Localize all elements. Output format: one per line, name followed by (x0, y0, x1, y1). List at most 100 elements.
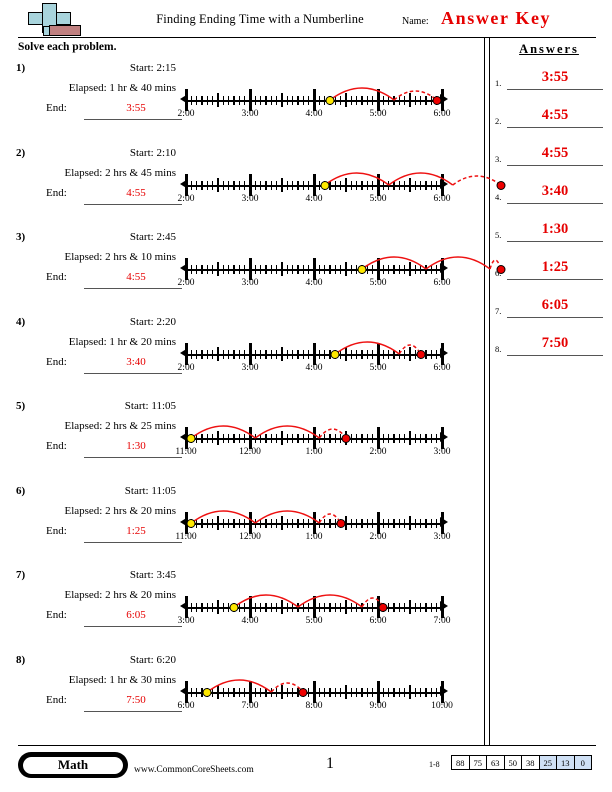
numberline-hour-label: 4:00 (241, 616, 259, 626)
answer-value: 4:55 (541, 145, 569, 161)
hop-arc-hour (329, 87, 395, 101)
problem-start-text: Start: 2:10 (129, 146, 176, 159)
start-marker-dot (202, 687, 212, 697)
answer-row: 7. 6:05 (495, 294, 603, 324)
name-label: Name: (402, 16, 429, 27)
end-marker-dot (341, 434, 351, 443)
score-cell: 13 (556, 755, 575, 770)
problem-start-row: Start: 6:20 (36, 654, 176, 674)
numberline-hour-label: 3:00 (177, 616, 195, 626)
answer-index: 4. (495, 192, 502, 202)
problem-end-label: End: (46, 693, 67, 706)
problem-item: 8) Start: 6:20 Elapsed: 1 hr & 30 mins End:… (0, 654, 484, 739)
numberline-hour-label: 5:00 (369, 109, 387, 119)
problem-elapsed-row: Elapsed: 1 hr & 30 mins (36, 674, 176, 694)
end-marker-dot (432, 96, 442, 105)
problem-elapsed-text: Elapsed: 2 hrs & 20 mins (64, 589, 176, 601)
answer-index: 1. (495, 78, 502, 88)
end-marker-dot (496, 265, 506, 274)
problem-elapsed-row: Elapsed: 2 hrs & 45 mins (36, 167, 176, 187)
problem-end-value: 1:25 (126, 524, 146, 537)
numberline-hops (361, 256, 502, 270)
problem-text: Start: 11:05 Elapsed: 2 hrs & 20 mins (36, 485, 176, 525)
numberline-hops (334, 340, 422, 355)
score-cell: 75 (468, 755, 487, 770)
problem-number: 6) (16, 484, 26, 497)
problem-end-row: End: 4:55 (36, 187, 182, 209)
numberline: 11:00 12:00 1:00 2:00 3:00 (175, 400, 450, 462)
hop-arc-hour (190, 425, 256, 439)
problem-item: 7) Start: 3:45 Elapsed: 2 hrs & 20 mins End… (0, 569, 484, 654)
answer-key-stamp: Answer Key (441, 8, 552, 28)
problem-number: 8) (16, 653, 26, 666)
problem-item: 4) Start: 2:20 Elapsed: 1 hr & 20 mins End:… (0, 316, 484, 401)
problem-start-row: Start: 11:05 (36, 400, 176, 420)
problem-end-row: End: 3:40 (36, 356, 182, 378)
answer-index: 2. (495, 116, 502, 126)
hop-arc-hour (206, 678, 272, 693)
problem-end-row: End: 7:50 (36, 693, 182, 716)
score-cell: 38 (521, 755, 540, 770)
numberline-hops (190, 425, 347, 439)
answer-value: 7:50 (541, 335, 569, 351)
problem-text: Start: 2:45 Elapsed: 2 hrs & 10 mins (36, 231, 176, 271)
answers-divider-left (484, 37, 485, 745)
numberline-hour-label: 11:00 (175, 447, 197, 457)
hop-arc-hour (254, 509, 320, 524)
problem-text: Start: 3:45 Elapsed: 2 hrs & 20 mins (36, 569, 176, 609)
numberline-hour-label: 5:00 (305, 616, 323, 626)
problem-number: 7) (16, 569, 26, 581)
page-header: Finding Ending Time with a Numberline Na… (0, 0, 612, 40)
answer-value: 6:05 (541, 297, 569, 313)
answer-row: 1. 3:55 (495, 66, 603, 96)
problem-end-row: End: 3:55 (36, 102, 182, 124)
problem-item: 3) Start: 2:45 Elapsed: 2 hrs & 10 mins End… (0, 231, 506, 316)
problem-elapsed-text: Elapsed: 2 hrs & 20 mins (64, 504, 176, 517)
end-marker-dot (496, 180, 506, 190)
answer-index: 5. (495, 230, 502, 240)
problem-start-row: Start: 2:20 (36, 316, 176, 336)
problem-start-row: Start: 2:10 (36, 147, 176, 167)
problem-start-text: Start: 2:20 (129, 315, 176, 328)
problem-end-value: 3:55 (126, 102, 146, 114)
problem-elapsed-text: Elapsed: 1 hr & 20 mins (68, 335, 176, 348)
numberline-hour-label: 2:00 (369, 447, 387, 457)
problem-end-row: End: 4:55 (36, 271, 182, 293)
numberline-hour-label: 12:00 (239, 531, 261, 542)
score-scale: 88 75 63 50 38 25 13 0 (451, 755, 592, 770)
answer-underline (507, 89, 603, 90)
numberline-hour-label: 5:00 (369, 278, 387, 288)
problem-item: 5) Start: 11:05 Elapsed: 2 hrs & 25 mins En… (0, 400, 484, 485)
numberline: 3:00 4:00 5:00 6:00 7:00 (177, 569, 450, 631)
answers-divider-right (489, 37, 490, 745)
answer-index: 3. (495, 154, 502, 164)
problem-number: 1) (16, 62, 26, 74)
answer-value: 3:55 (541, 69, 569, 85)
score-cell: 0 (573, 755, 592, 770)
hop-arc-hour (233, 594, 299, 608)
problem-elapsed-row: Elapsed: 1 hr & 20 mins (36, 336, 176, 356)
numberline-hour-label: 2:00 (177, 193, 195, 204)
numberline-hour-label: 6:00 (433, 109, 451, 119)
end-marker-dot (336, 518, 346, 528)
numberline-hops (190, 509, 342, 524)
problem-start-row: Start: 2:45 (36, 231, 176, 251)
answer-row: 8. 7:50 (495, 332, 603, 362)
numberline-hour-label: 3:00 (433, 531, 451, 542)
problem-end-underline (84, 626, 182, 627)
numberline: 2:00 3:00 4:00 5:00 6:00 (178, 231, 506, 293)
numberline-hour-label: 11:00 (175, 531, 197, 542)
start-marker-dot (229, 603, 239, 612)
problem-number: 5) (16, 400, 26, 412)
website-url: www.CommonCoreSheets.com (134, 765, 254, 775)
numberline-hour-label: 6:00 (369, 616, 387, 626)
numberline-hops (324, 171, 502, 186)
problem-elapsed-row: Elapsed: 2 hrs & 20 mins (36, 505, 176, 525)
numberline-hour-label: 6:00 (433, 278, 451, 288)
problem-text: Start: 2:15 Elapsed: 1 hr & 40 mins (36, 62, 176, 102)
instruction-text: Solve each problem. (18, 41, 117, 53)
numberline-hour-label: 5:00 (369, 362, 387, 373)
start-marker-dot (357, 265, 367, 274)
numberline-hour-label: 12:00 (239, 447, 261, 457)
hop-arc-hour (388, 171, 454, 186)
